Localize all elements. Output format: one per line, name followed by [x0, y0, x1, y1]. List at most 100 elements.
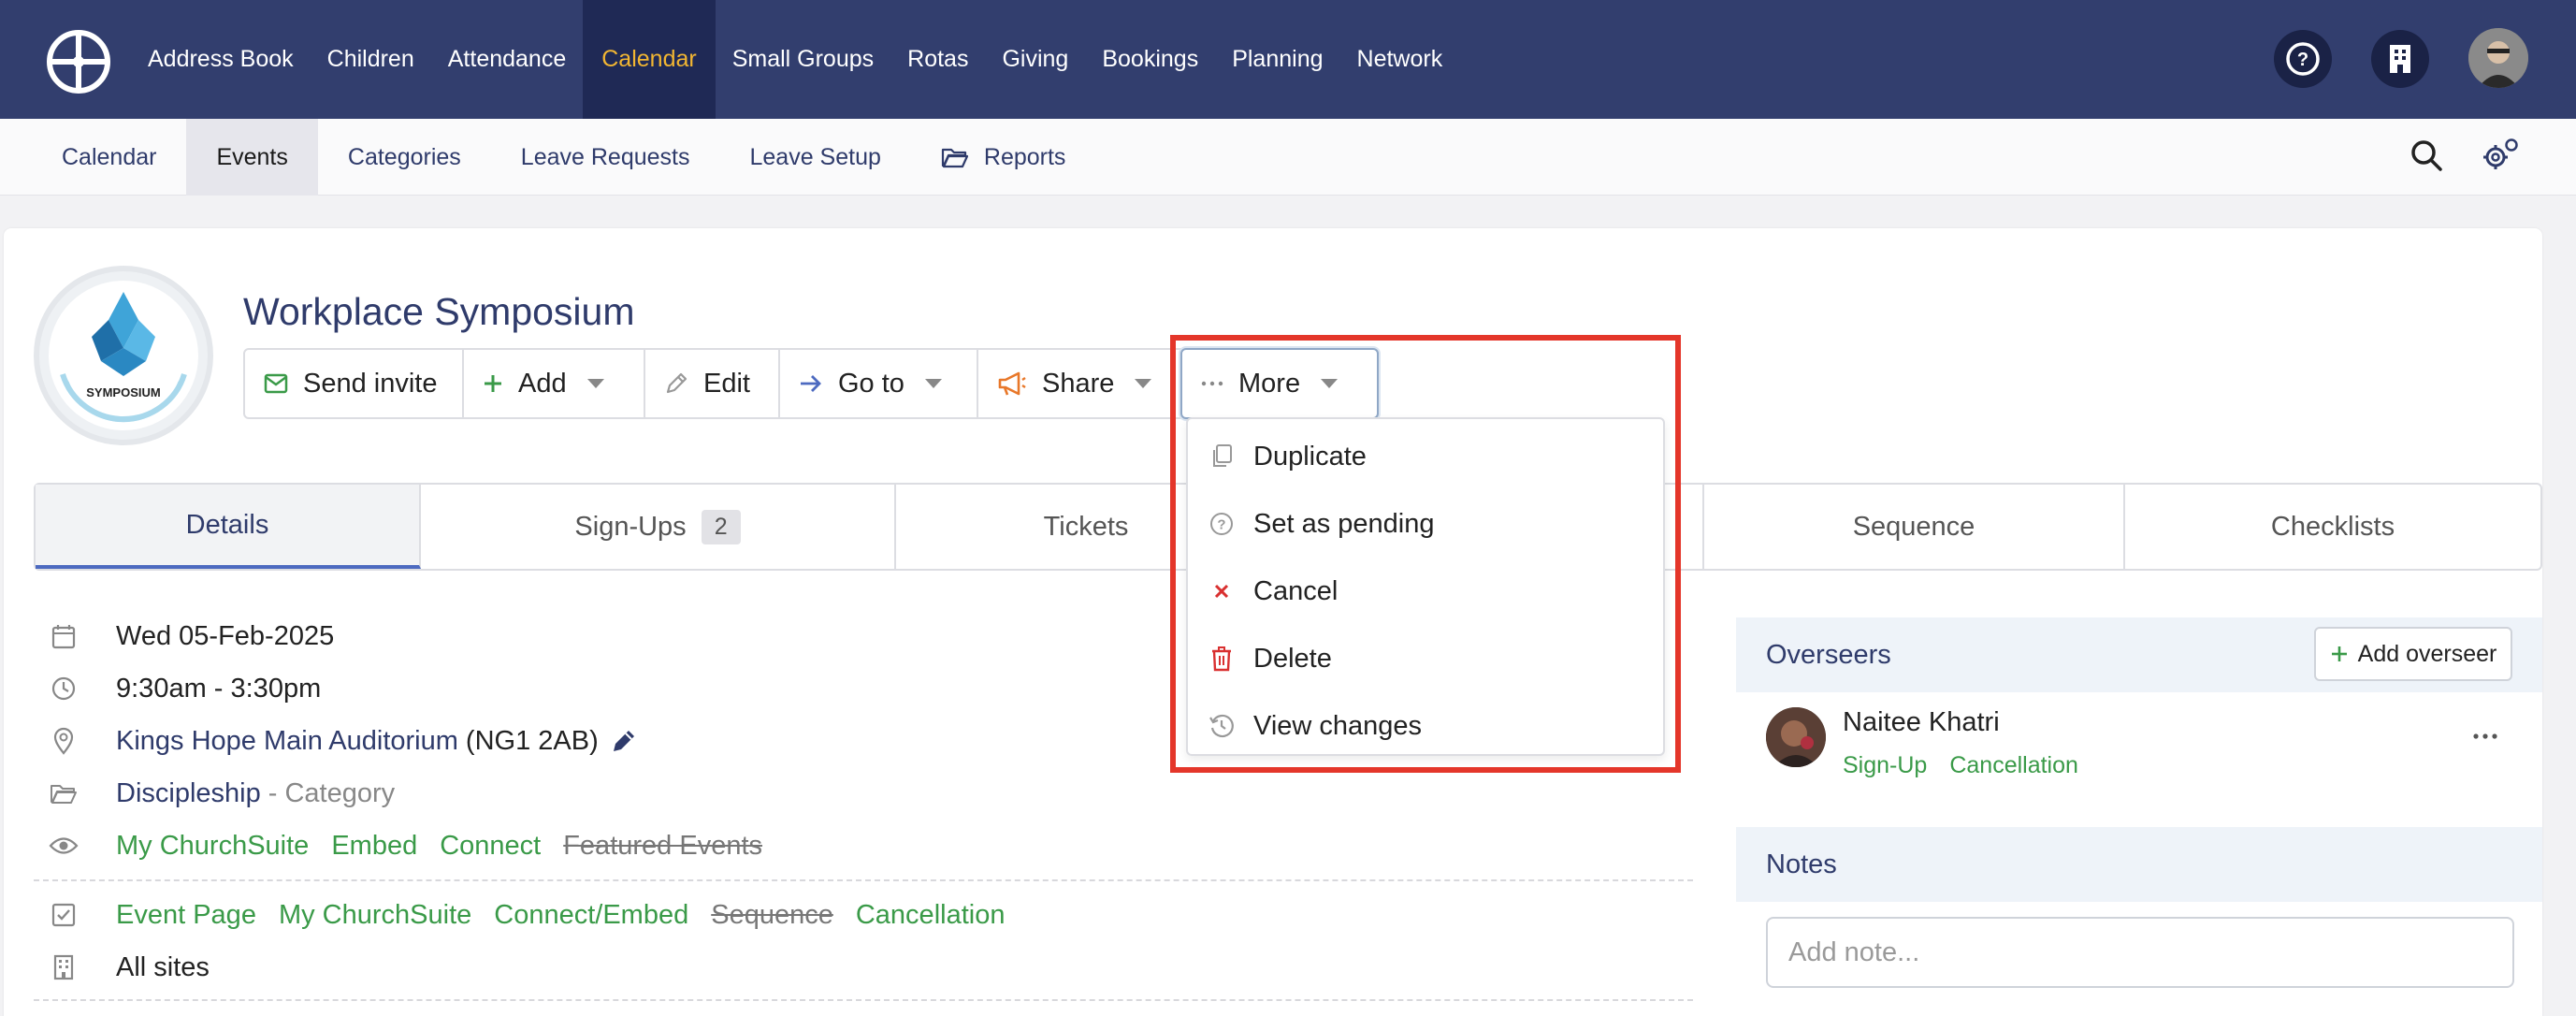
- visibility-featured-events: Featured Events: [563, 830, 763, 861]
- sub-nav-bar: Calendar Events Categories Leave Request…: [0, 119, 2576, 196]
- overseer-tag-sign-up: Sign-Up: [1843, 752, 1928, 778]
- top-nav-bookings[interactable]: Bookings: [1085, 0, 1215, 119]
- tab-sequence[interactable]: Sequence: [1704, 485, 2125, 569]
- eye-icon: [47, 835, 80, 856]
- send-invite-button[interactable]: Send invite: [243, 348, 464, 419]
- sub-nav-reports-label: Reports: [983, 143, 1066, 170]
- folder-open-icon: [47, 782, 80, 805]
- overseer-menu-ellipsis-icon[interactable]: [2473, 728, 2497, 745]
- event-time: 9:30am - 3:30pm: [116, 673, 322, 704]
- sign-ups-count-badge: 2: [701, 509, 741, 544]
- chevron-down-icon: [586, 379, 604, 388]
- top-nav: Address Book Children Attendance Calenda…: [131, 0, 1459, 119]
- top-nav-planning[interactable]: Planning: [1215, 0, 1339, 119]
- overseers-heading: Overseers: [1766, 639, 1891, 670]
- edit-label: Edit: [703, 368, 750, 399]
- chevron-down-icon: [924, 379, 942, 388]
- go-to-label: Go to: [838, 368, 904, 399]
- add-button[interactable]: Add: [464, 348, 645, 419]
- event-title: Workplace Symposium: [243, 290, 635, 333]
- signup-event-page: Event Page: [116, 899, 256, 930]
- visibility-my-churchsuite: My ChurchSuite: [116, 830, 310, 861]
- folder-open-icon: [941, 146, 969, 168]
- pencil-icon: [664, 371, 688, 396]
- add-overseer-label: Add overseer: [2357, 640, 2497, 667]
- sub-nav-events[interactable]: Events: [186, 119, 318, 196]
- arrow-right-icon: [799, 373, 823, 394]
- pencil-edit-icon[interactable]: [610, 727, 638, 755]
- notes-heading: Notes: [1766, 849, 1837, 879]
- annotation-highlight-box: [1170, 335, 1681, 773]
- category-suffix: - Category: [268, 777, 396, 808]
- search-icon[interactable]: [2410, 138, 2443, 177]
- overseer-avatar[interactable]: [1766, 707, 1826, 767]
- tab-details[interactable]: Details: [36, 485, 421, 569]
- add-overseer-button[interactable]: Add overseer: [2314, 627, 2512, 681]
- go-to-button[interactable]: Go to: [780, 348, 978, 419]
- location-postcode: (NG1 2AB): [465, 725, 599, 756]
- chevron-down-icon: [1135, 379, 1152, 388]
- wheel-logo-icon[interactable]: [47, 30, 110, 94]
- top-nav-calendar[interactable]: Calendar: [583, 0, 716, 119]
- top-nav-network[interactable]: Network: [1340, 0, 1460, 119]
- category-link[interactable]: Discipleship: [116, 778, 261, 809]
- signup-connect-embed: Connect/Embed: [494, 899, 689, 930]
- overseer-name[interactable]: Naitee Khatri: [1843, 707, 2000, 738]
- signup-sequence: Sequence: [711, 899, 833, 930]
- top-nav-bar: Address Book Children Attendance Calenda…: [0, 0, 2576, 119]
- notes-header: Notes: [1736, 827, 2542, 902]
- event-date-row: Wed 05-Feb-2025: [47, 617, 334, 655]
- overseer-tag-cancellation: Cancellation: [1949, 752, 2078, 778]
- help-icon[interactable]: ?: [2274, 30, 2332, 88]
- edit-button[interactable]: Edit: [645, 348, 780, 419]
- top-nav-address-book[interactable]: Address Book: [131, 0, 311, 119]
- divider: [34, 879, 1693, 881]
- sub-nav-reports[interactable]: Reports: [911, 119, 1096, 196]
- plus-icon: [483, 373, 503, 394]
- top-nav-small-groups[interactable]: Small Groups: [716, 0, 890, 119]
- send-invite-label: Send invite: [303, 368, 438, 399]
- event-logo: SYMPOSIUM: [34, 266, 213, 445]
- top-nav-attendance[interactable]: Attendance: [431, 0, 584, 119]
- signup-my-churchsuite: My ChurchSuite: [278, 899, 472, 930]
- event-visibility-row: My ChurchSuite Embed Connect Featured Ev…: [47, 827, 785, 864]
- sub-nav-leave-setup[interactable]: Leave Setup: [719, 119, 910, 196]
- add-label: Add: [518, 368, 567, 399]
- share-button[interactable]: Share: [978, 348, 1182, 419]
- envelope-icon: [264, 373, 288, 394]
- megaphone-icon: [997, 370, 1027, 397]
- building-icon[interactable]: [2371, 30, 2429, 88]
- divider: [34, 999, 1693, 1001]
- map-marker-icon: [47, 727, 80, 755]
- event-date: Wed 05-Feb-2025: [116, 620, 335, 651]
- event-sites: All sites: [116, 951, 210, 982]
- top-nav-children[interactable]: Children: [311, 0, 431, 119]
- settings-cogs-icon[interactable]: [2481, 137, 2520, 179]
- tab-sign-ups-label: Sign-Ups: [574, 511, 687, 542]
- sub-nav-calendar[interactable]: Calendar: [0, 119, 186, 196]
- tab-sign-ups[interactable]: Sign-Ups 2: [421, 485, 896, 569]
- event-logo-text: SYMPOSIUM: [86, 385, 161, 399]
- top-nav-giving[interactable]: Giving: [985, 0, 1085, 119]
- calendar-icon: [47, 623, 80, 649]
- share-label: Share: [1042, 368, 1115, 399]
- event-time-row: 9:30am - 3:30pm: [47, 670, 321, 707]
- user-avatar[interactable]: [2468, 28, 2528, 88]
- location-link[interactable]: Kings Hope Main Auditorium: [116, 726, 458, 757]
- event-category-row: Discipleship - Category: [47, 775, 395, 812]
- add-note-input[interactable]: [1766, 917, 2514, 988]
- signup-cancellation: Cancellation: [855, 899, 1006, 930]
- tab-checklists[interactable]: Checklists: [2125, 485, 2540, 569]
- clock-icon: [47, 675, 80, 702]
- sub-nav: Calendar Events Categories Leave Request…: [0, 119, 1095, 196]
- sub-nav-leave-requests[interactable]: Leave Requests: [491, 119, 720, 196]
- event-signup-row: Event Page My ChurchSuite Connect/Embed …: [47, 896, 1027, 934]
- svg-text:?: ?: [2297, 50, 2308, 70]
- checkbox-icon: [47, 903, 80, 927]
- visibility-connect: Connect: [440, 830, 542, 861]
- sub-nav-categories[interactable]: Categories: [318, 119, 491, 196]
- event-location-row: Kings Hope Main Auditorium (NG1 2AB): [47, 722, 638, 760]
- plus-icon: [2330, 645, 2349, 663]
- event-sites-row: All sites: [47, 949, 210, 986]
- top-nav-rotas[interactable]: Rotas: [890, 0, 985, 119]
